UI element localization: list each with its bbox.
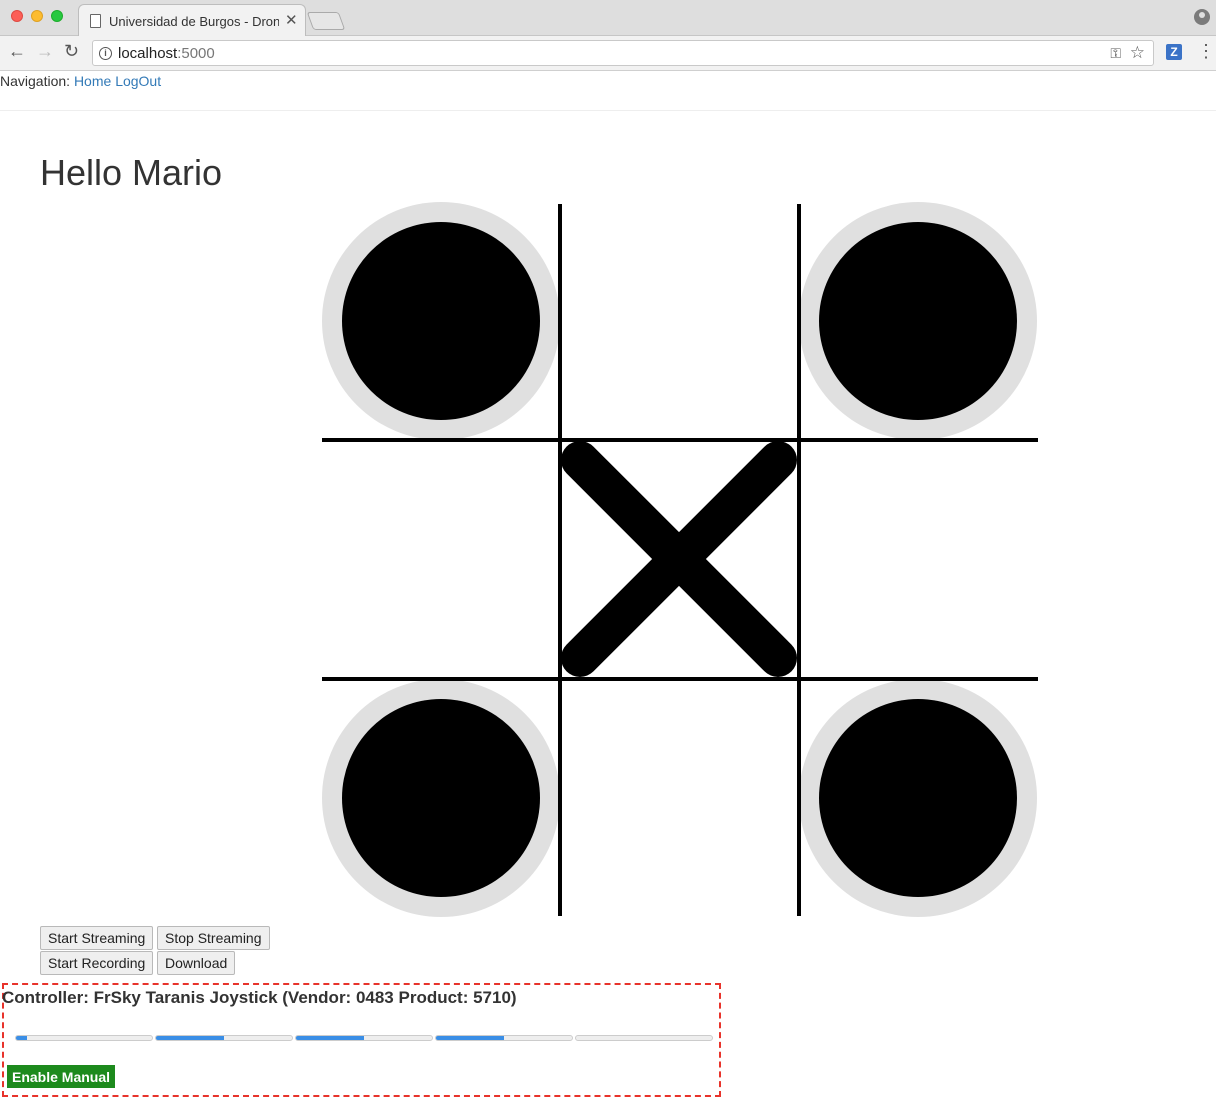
reload-icon[interactable]: ↻ [64, 41, 79, 62]
enable-manual-button[interactable]: Enable Manual [7, 1065, 116, 1088]
target-circle-top-right [799, 202, 1037, 440]
home-link[interactable]: Home [74, 73, 111, 89]
start-streaming-button[interactable]: Start Streaming [40, 926, 154, 950]
forward-icon[interactable]: → [36, 41, 54, 62]
new-tab-button[interactable] [306, 12, 346, 30]
key-icon[interactable]: ⚿ [1110, 45, 1121, 62]
browser-tab-bar: Universidad de Burgos - Drone ✕ [0, 0, 1216, 36]
document-icon [90, 14, 101, 28]
axis-bar [155, 1035, 293, 1041]
maximize-window-icon[interactable] [51, 10, 63, 22]
browser-menu-icon[interactable]: ⋮ [1197, 41, 1215, 62]
axis-fill [296, 1036, 364, 1040]
axis-bar [15, 1035, 153, 1041]
axis-fill [156, 1036, 224, 1040]
axis-fill [436, 1036, 504, 1040]
controller-title: Controller: FrSky Taranis Joystick (Vend… [2, 988, 517, 1007]
target-circle-top-left [322, 202, 560, 440]
bookmark-star-icon[interactable]: ☆ [1130, 43, 1145, 63]
url-host: localhost [118, 45, 178, 62]
navigation-bar: Navigation: Home LogOut [0, 73, 161, 89]
target-circle-bottom-right [799, 679, 1037, 917]
tab-title: Universidad de Burgos - Drone [109, 14, 279, 29]
start-recording-button[interactable]: Start Recording [40, 951, 154, 975]
controller-panel: Controller: FrSky Taranis Joystick (Vend… [2, 983, 721, 1097]
extension-icon[interactable]: Z [1166, 44, 1182, 60]
url-port: :5000 [177, 45, 215, 62]
browser-tab[interactable]: Universidad de Burgos - Drone ✕ [78, 4, 306, 36]
url-text: localhost:5000 [118, 45, 215, 62]
stop-streaming-button[interactable]: Stop Streaming [157, 926, 270, 950]
minimize-window-icon[interactable] [31, 10, 43, 22]
axis-bar [435, 1035, 573, 1041]
target-circle-bottom-left [322, 679, 560, 917]
logout-link[interactable]: LogOut [115, 73, 161, 89]
profile-icon[interactable] [1194, 9, 1210, 25]
axis-bar [295, 1035, 433, 1041]
axis-fill [16, 1036, 27, 1040]
close-window-icon[interactable] [11, 10, 23, 22]
tab-close-icon[interactable]: ✕ [285, 11, 298, 29]
download-button[interactable]: Download [157, 951, 236, 975]
browser-toolbar: ← → ↻ i localhost:5000 ⚿ ☆ Z ⋮ [0, 36, 1216, 71]
video-stream [320, 200, 1040, 920]
info-icon[interactable]: i [99, 47, 112, 60]
back-icon[interactable]: ← [8, 41, 26, 62]
address-bar[interactable]: i localhost:5000 ⚿ ☆ [92, 40, 1154, 66]
divider [0, 110, 1216, 111]
page-title: Hello Mario [40, 152, 223, 193]
axis-bar [575, 1035, 713, 1041]
navigation-label: Navigation: [0, 73, 71, 89]
